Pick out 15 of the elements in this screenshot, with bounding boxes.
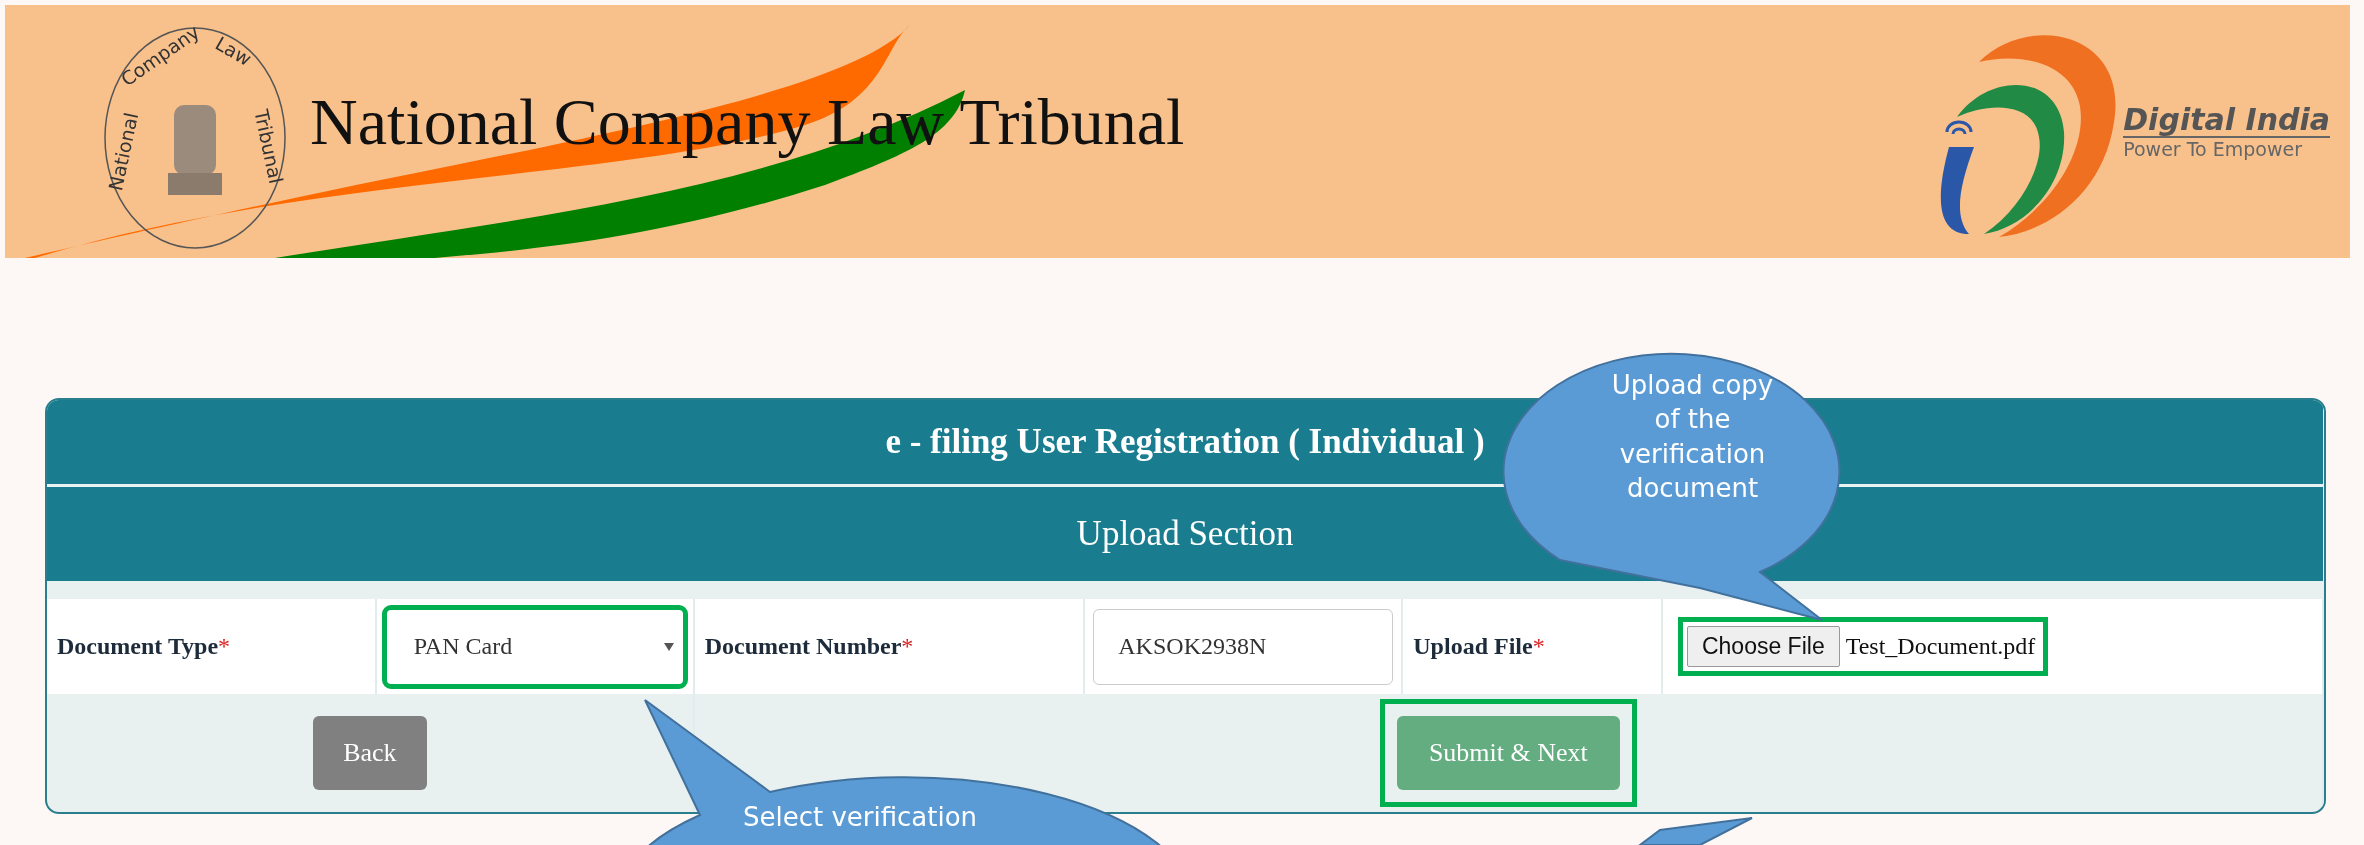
- document-number-field[interactable]: AKSOK2938N: [1093, 608, 1394, 685]
- back-button[interactable]: Back: [313, 716, 427, 790]
- choose-file-button[interactable]: Choose File: [1686, 626, 1840, 667]
- logo-name: Digital India: [2123, 103, 2330, 138]
- seal-text: Law: [211, 31, 256, 70]
- field-label: Document Number*: [693, 599, 1085, 694]
- file-name: Test_Document.pdf: [1845, 633, 2036, 660]
- document-type-select[interactable]: PAN Card: [384, 607, 685, 686]
- field-label: Upload File*: [1402, 599, 1662, 694]
- logo-tagline: Power To Empower: [2123, 138, 2302, 160]
- seal-text: National: [104, 110, 143, 193]
- caret-icon: [663, 642, 674, 651]
- field-label: Document Type*: [47, 599, 376, 694]
- callout-text: Select verification: [741, 801, 979, 834]
- seal-text: Tribunal: [250, 107, 288, 185]
